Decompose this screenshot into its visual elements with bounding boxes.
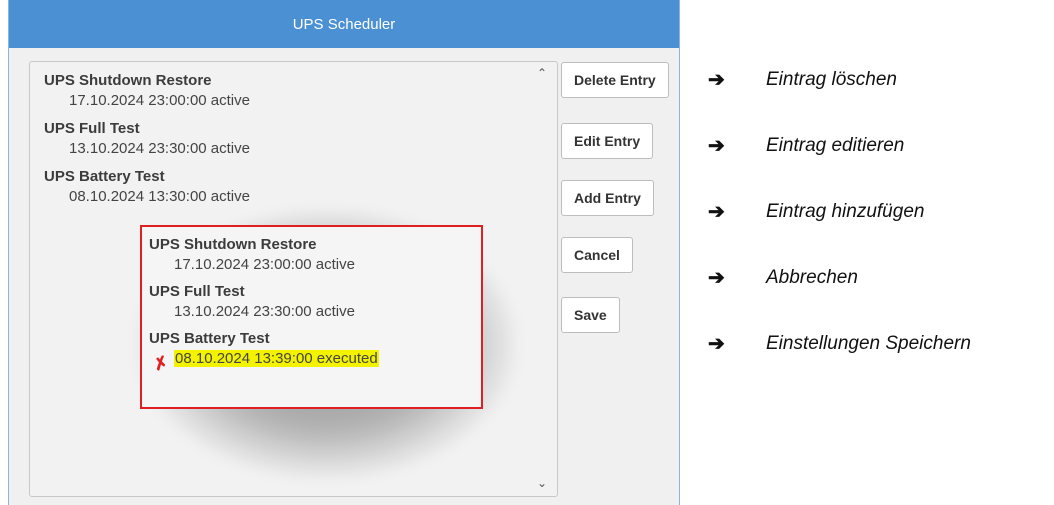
entry-detail: 13.10.2024 23:30:00 active	[174, 303, 355, 320]
scroll-up-icon[interactable]: ⌃	[535, 66, 549, 80]
annotation-text: Einstellungen Speichern	[766, 332, 971, 354]
arrow-icon: ➔	[708, 69, 725, 91]
entry-detail: 08.10.2024 13:30:00 active	[69, 188, 250, 205]
zoom-callout: UPS Shutdown Restore 17.10.2024 23:00:00…	[140, 225, 483, 409]
save-button[interactable]: Save	[561, 297, 620, 333]
arrow-icon: ➔	[708, 201, 725, 223]
list-item[interactable]: UPS Full Test 13.10.2024 23:30:00 active	[44, 120, 250, 158]
annotation-text: Eintrag editieren	[766, 134, 905, 156]
cancel-button[interactable]: Cancel	[561, 237, 633, 273]
arrow-icon: ➔	[708, 135, 725, 157]
entry-title: UPS Full Test	[44, 120, 140, 137]
entry-detail: 17.10.2024 23:00:00 active	[69, 92, 250, 109]
add-entry-button[interactable]: Add Entry	[561, 180, 654, 216]
annotation-edit: ➔ Eintrag editieren	[708, 133, 904, 158]
entry-title: UPS Shutdown Restore	[44, 72, 212, 89]
annotation-text: Eintrag löschen	[766, 68, 897, 90]
annotation-add: ➔ Eintrag hinzufügen	[708, 199, 924, 224]
callout-item: UPS Shutdown Restore 17.10.2024 23:00:00…	[149, 236, 355, 274]
scroll-down-icon[interactable]: ⌄	[535, 476, 549, 490]
dialog-title: UPS Scheduler	[9, 0, 679, 48]
entry-detail: 17.10.2024 23:00:00 active	[174, 256, 355, 273]
list-item[interactable]: UPS Battery Test 08.10.2024 13:30:00 act…	[44, 168, 250, 206]
callout-item: UPS Full Test 13.10.2024 23:30:00 active	[149, 283, 355, 321]
list-item[interactable]: UPS Shutdown Restore 17.10.2024 23:00:00…	[44, 72, 250, 110]
annotation-cancel: ➔ Abbrechen	[708, 265, 858, 290]
entry-title: UPS Battery Test	[149, 330, 270, 347]
callout-item: UPS Battery Test 08.10.2024 13:39:00 exe…	[149, 330, 379, 368]
entry-title: UPS Battery Test	[44, 168, 165, 185]
entry-title: UPS Full Test	[149, 283, 245, 300]
entry-detail: 13.10.2024 23:30:00 active	[69, 140, 250, 157]
arrow-icon: ➔	[708, 333, 725, 355]
executed-highlight: 08.10.2024 13:39:00 executed	[174, 350, 379, 367]
entry-title: UPS Shutdown Restore	[149, 236, 317, 253]
entry-detail: 08.10.2024 13:39:00 executed	[174, 350, 379, 368]
arrow-icon: ➔	[708, 267, 725, 289]
annotation-save: ➔ Einstellungen Speichern	[708, 331, 971, 356]
annotation-text: Abbrechen	[766, 266, 858, 288]
delete-entry-button[interactable]: Delete Entry	[561, 62, 669, 98]
edit-entry-button[interactable]: Edit Entry	[561, 123, 654, 159]
annotation-delete: ➔ Eintrag löschen	[708, 67, 897, 92]
annotation-text: Eintrag hinzufügen	[766, 200, 925, 222]
